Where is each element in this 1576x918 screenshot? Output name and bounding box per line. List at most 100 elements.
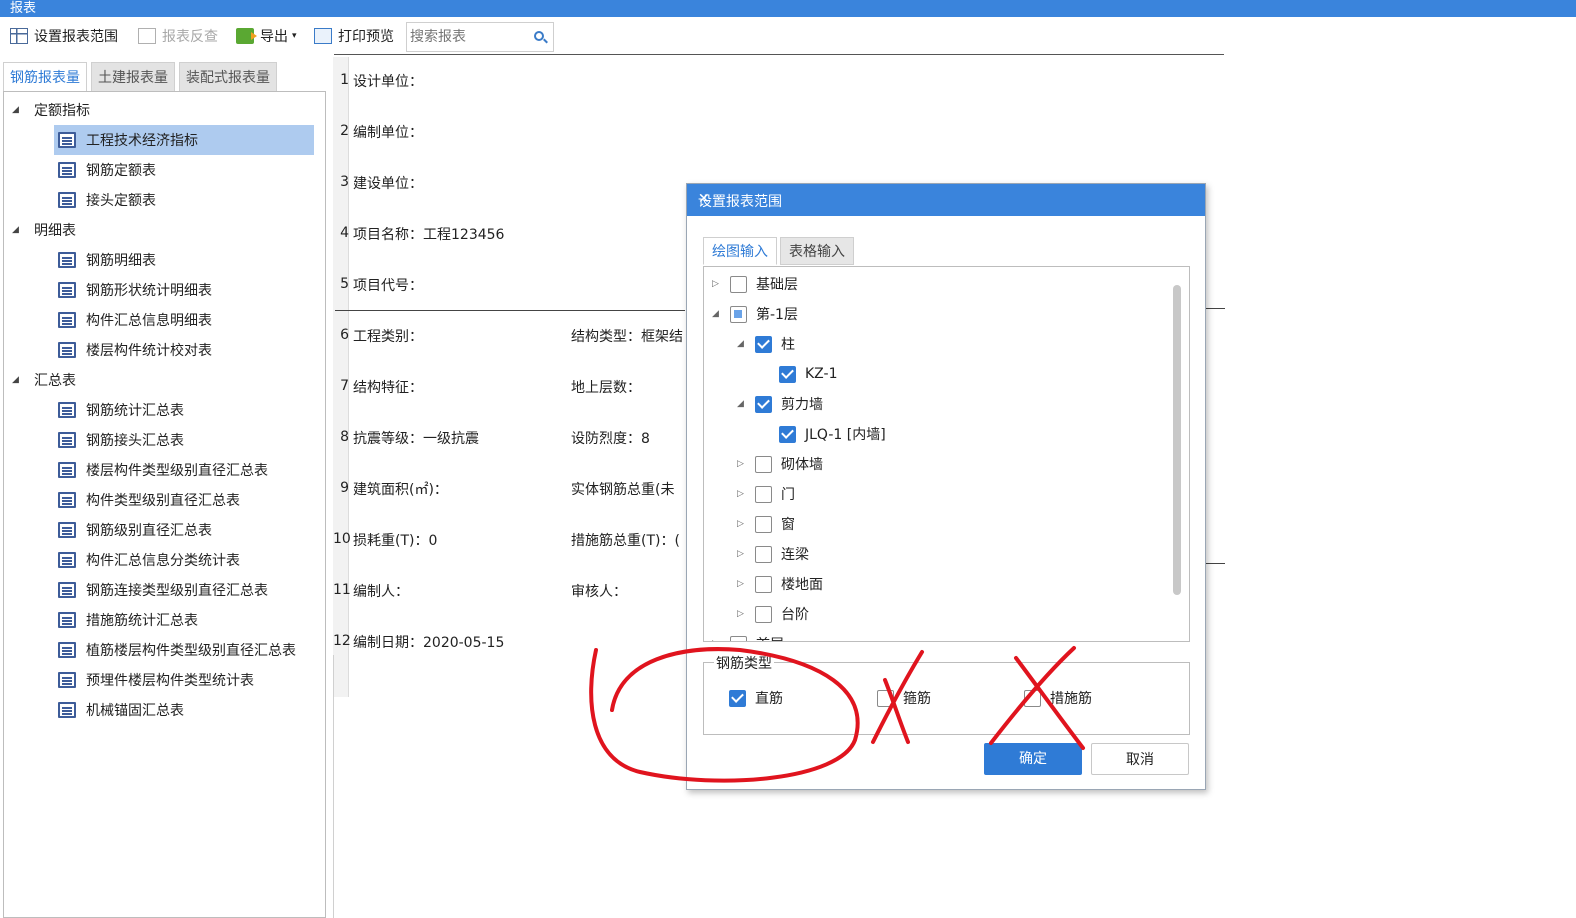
tree-node-checkbox[interactable] (755, 575, 772, 593)
tree-node[interactable]: ▷ 基础层 (712, 270, 798, 298)
print-preview-button[interactable]: 打印预览 (314, 25, 394, 47)
tree-group[interactable]: ◢ 明细表 (12, 215, 76, 245)
tree-node-checkbox[interactable] (755, 515, 772, 533)
report-document-icon (58, 702, 76, 718)
collapse-arrow-icon[interactable]: ◢ (712, 309, 730, 319)
report-tree-item-label: 楼层构件统计校对表 (86, 343, 212, 359)
collapse-arrow-icon[interactable]: ◢ (737, 399, 755, 409)
report-tree-item[interactable]: 钢筋连接类型级别直径汇总表 (54, 575, 268, 605)
search-input[interactable] (407, 23, 525, 51)
report-tree-item[interactable]: 钢筋形状统计明细表 (54, 275, 212, 305)
tab-table-input[interactable]: 表格输入 (780, 237, 854, 265)
tree-node-checkbox[interactable] (730, 635, 747, 641)
report-tree-item[interactable]: 楼层构件类型级别直径汇总表 (54, 455, 268, 485)
tree-node-checkbox[interactable] (730, 305, 747, 323)
rebar-type-straight-checkbox[interactable]: 直筋 (729, 688, 783, 708)
report-tree-item[interactable]: 钢筋级别直径汇总表 (54, 515, 212, 545)
dialog-tabs: 绘图输入 表格输入 (703, 237, 857, 265)
tree-node-checkbox[interactable] (779, 425, 796, 443)
report-tree-item[interactable]: 钢筋接头汇总表 (54, 425, 184, 455)
expand-arrow-icon[interactable]: ▷ (737, 609, 755, 619)
tree-node[interactable]: ▷ 首层 (712, 630, 784, 641)
expand-arrow-icon[interactable]: ▷ (712, 279, 730, 289)
report-tree-item-label: 构件汇总信息明细表 (86, 313, 212, 329)
rebar-type-stirrup-checkbox[interactable]: 箍筋 (877, 688, 931, 708)
report-tree: ◢ 定额指标 工程技术经济指标 钢筋定额表 接头定额表 ◢ 明细表 钢筋明细表钢筋形状统计明细… (3, 91, 326, 918)
report-tree-item[interactable]: 钢筋明细表 (54, 245, 156, 275)
line-number: 12 (333, 633, 351, 649)
tree-node[interactable]: ▷ 砌体墙 (737, 450, 823, 478)
tree-node[interactable]: ▷ 窗 (737, 510, 795, 538)
tree-node-label: 首层 (756, 634, 784, 641)
report-tree-item[interactable]: 机械锚固汇总表 (54, 695, 184, 725)
report-tree-item[interactable]: 工程技术经济指标 (54, 125, 314, 155)
tab-rebar-report[interactable]: 钢筋报表量 (3, 62, 87, 92)
tree-node[interactable]: ▷ 楼地面 (737, 570, 823, 598)
report-tree-item[interactable]: 构件类型级别直径汇总表 (54, 485, 240, 515)
tree-node-checkbox[interactable] (755, 455, 772, 473)
tree-node[interactable]: ◢ 柱 (737, 330, 795, 358)
search-icon[interactable] (534, 31, 544, 41)
report-tree-item-label: 钢筋形状统计明细表 (86, 283, 212, 299)
report-field-right: 设防烈度：8 (571, 431, 650, 447)
tree-scrollbar[interactable] (1173, 285, 1181, 595)
ok-button[interactable]: 确定 (984, 743, 1082, 775)
expand-arrow-icon[interactable]: ▷ (737, 519, 755, 529)
tree-node-checkbox[interactable] (755, 605, 772, 623)
report-tree-item-label: 预埋件楼层构件类型统计表 (86, 673, 254, 689)
tree-node-checkbox[interactable] (755, 395, 772, 413)
report-tree-item[interactable]: 构件汇总信息明细表 (54, 305, 212, 335)
tab-drawing-input[interactable]: 绘图输入 (703, 237, 777, 265)
set-range-button[interactable]: 设置报表范围 (10, 25, 118, 47)
export-button[interactable]: 导出 ▾ (236, 25, 297, 47)
tree-node[interactable]: ◢ 第-1层 (712, 300, 798, 328)
reverse-check-button[interactable]: 报表反查 (138, 25, 218, 47)
tree-node[interactable]: ▷ 门 (737, 480, 795, 508)
collapse-arrow-icon[interactable]: ◢ (12, 375, 22, 385)
tab-civil-report[interactable]: 土建报表量 (91, 62, 175, 92)
expand-arrow-icon[interactable]: ▷ (737, 549, 755, 559)
tree-node-checkbox[interactable] (755, 485, 772, 503)
expand-arrow-icon[interactable]: ▷ (737, 459, 755, 469)
report-tree-item[interactable]: 接头定额表 (54, 185, 156, 215)
tree-node-checkbox[interactable] (755, 545, 772, 563)
tree-group[interactable]: ◢ 汇总表 (12, 365, 76, 395)
tree-group[interactable]: ◢ 定额指标 (12, 95, 90, 125)
chevron-down-icon: ▾ (292, 31, 297, 41)
window-title: 报表 (10, 1, 37, 16)
collapse-arrow-icon[interactable]: ◢ (12, 105, 22, 115)
tab-prefab-report[interactable]: 装配式报表量 (179, 62, 277, 92)
set-report-range-dialog: 设置报表范围 ✕ 绘图输入 表格输入 ▷ 基础层 ◢ 第-1层 ◢ 柱 KZ-1 ◢ 剪力墙 JL… (686, 183, 1206, 790)
tree-node[interactable]: JLQ-1 [内墙] (761, 420, 886, 448)
tree-node-checkbox[interactable] (730, 275, 747, 293)
expand-arrow-icon[interactable]: ▷ (737, 579, 755, 589)
expand-arrow-icon[interactable]: ▷ (712, 639, 730, 641)
report-tree-item[interactable]: 预埋件楼层构件类型统计表 (54, 665, 254, 695)
collapse-arrow-icon[interactable]: ◢ (737, 339, 755, 349)
report-field-right: 实体钢筋总重(未 (571, 482, 675, 498)
report-tree-item[interactable]: 措施筋统计汇总表 (54, 605, 198, 635)
line-number: 3 (340, 174, 349, 190)
report-tree-item[interactable]: 植筋楼层构件类型级别直径汇总表 (54, 635, 296, 665)
expand-arrow-icon[interactable]: ▷ (737, 489, 755, 499)
collapse-arrow-icon[interactable]: ◢ (12, 225, 22, 235)
report-tree-item[interactable]: 楼层构件统计校对表 (54, 335, 212, 365)
report-tree-item[interactable]: 钢筋统计汇总表 (54, 395, 184, 425)
tree-node[interactable]: ▷ 台阶 (737, 600, 809, 628)
report-tree-item-label: 楼层构件类型级别直径汇总表 (86, 463, 268, 479)
report-tree-item[interactable]: 钢筋定额表 (54, 155, 156, 185)
report-field-left: 建筑面积(㎡)： (353, 482, 448, 498)
cancel-button[interactable]: 取消 (1091, 743, 1189, 775)
tree-node[interactable]: KZ-1 (761, 360, 837, 388)
report-document-icon (58, 552, 76, 568)
toolbar: 设置报表范围 报表反查 导出 ▾ 打印预览 (0, 17, 1576, 55)
report-document-icon (58, 492, 76, 508)
report-field-left: 编制日期：2020-05-15 (353, 635, 505, 651)
close-icon[interactable]: ✕ (698, 191, 1195, 207)
tree-node-checkbox[interactable] (779, 365, 796, 383)
report-tree-item[interactable]: 构件汇总信息分类统计表 (54, 545, 240, 575)
tree-node-checkbox[interactable] (755, 335, 772, 353)
tree-node[interactable]: ▷ 连梁 (737, 540, 809, 568)
rebar-type-measure-checkbox[interactable]: 措施筋 (1024, 688, 1092, 708)
tree-node[interactable]: ◢ 剪力墙 (737, 390, 823, 418)
